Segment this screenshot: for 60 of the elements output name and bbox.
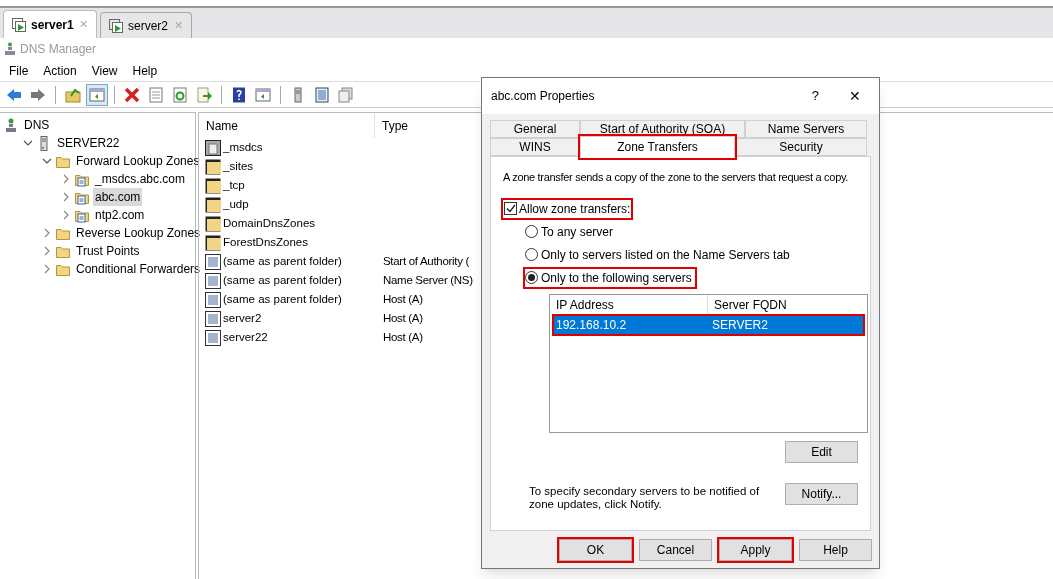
tree-item[interactable]: Reverse Lookup Zones bbox=[74, 224, 203, 242]
table-cell-text: (same as parent folder) bbox=[223, 291, 342, 307]
notify-button[interactable]: Notify... bbox=[785, 482, 858, 505]
browser-tab[interactable]: server2 ✕ bbox=[100, 12, 192, 38]
tree-item[interactable]: abc.com bbox=[93, 188, 143, 206]
list-cell-text: SERVER2 bbox=[711, 316, 768, 334]
table-cell-text: _udp bbox=[223, 196, 249, 212]
list-row[interactable]: 192.168.10.2 SERVER2 bbox=[554, 315, 863, 334]
table-cell-text: _tcp bbox=[223, 177, 245, 193]
dialog-button[interactable]: Help bbox=[799, 539, 872, 561]
radio-label: To any server bbox=[541, 223, 614, 241]
browser-tab[interactable]: server1 ✕ bbox=[3, 10, 97, 38]
dialog-button[interactable]: Apply bbox=[719, 539, 792, 561]
help-icon[interactable]: ? bbox=[811, 86, 819, 106]
table-cell-text: _msdcs bbox=[223, 139, 263, 155]
dialog-title: abc.com Properties bbox=[491, 88, 596, 105]
close-icon[interactable]: ✕ bbox=[849, 85, 861, 107]
tab-label: server1 bbox=[31, 16, 74, 34]
menu-item[interactable]: View bbox=[85, 61, 124, 80]
dialog-tab[interactable]: Zone Transfers bbox=[580, 136, 735, 158]
table-cell-text: Name Server (NS) bbox=[382, 272, 473, 288]
radio-label: Only to servers listed on the Name Servers tab bbox=[541, 246, 790, 264]
menu-item[interactable]: File bbox=[3, 61, 35, 80]
table-cell-text: Host (A) bbox=[382, 329, 423, 345]
menu-item[interactable]: Help bbox=[126, 61, 164, 80]
table-cell-text: (same as parent folder) bbox=[223, 253, 342, 269]
table-cell-text: Host (A) bbox=[382, 310, 423, 326]
edit-button[interactable]: Edit bbox=[785, 440, 858, 463]
table-cell-text: DomainDnsZones bbox=[223, 215, 316, 231]
dialog-tab[interactable]: General bbox=[490, 120, 580, 138]
dialog-button[interactable]: OK bbox=[559, 539, 632, 561]
tree-item[interactable]: Conditional Forwarders bbox=[74, 260, 203, 278]
tab-label: server2 bbox=[128, 17, 169, 35]
tree-item[interactable]: Trust Points bbox=[74, 242, 142, 260]
window-title: DNS Manager bbox=[20, 41, 97, 58]
dialog-tab[interactable]: Name Servers bbox=[745, 120, 867, 138]
table-cell-text: server22 bbox=[223, 329, 268, 345]
column-header[interactable]: Name bbox=[199, 113, 375, 138]
tree-item[interactable]: Forward Lookup Zones bbox=[74, 152, 202, 170]
description-text: A zone transfer sends a copy of the zone to the servers that request a copy. bbox=[503, 170, 849, 185]
notify-text: To specify secondary servers to be notified of zone updates, click Notify. bbox=[529, 484, 761, 511]
dialog-tab[interactable]: Security bbox=[735, 138, 867, 156]
tree-item[interactable]: SERVER22 bbox=[55, 134, 122, 152]
table-cell-text: server2 bbox=[223, 310, 262, 326]
menu-item[interactable]: Action bbox=[37, 61, 83, 80]
tree-item[interactable]: DNS bbox=[22, 116, 52, 134]
column-header[interactable]: Server FQDN bbox=[708, 296, 787, 314]
checkbox-label: Allow zone transfers: bbox=[519, 200, 631, 218]
list-cell-text: 192.168.10.2 bbox=[555, 316, 628, 334]
table-cell-text: _sites bbox=[223, 158, 254, 174]
table-cell-text: Start of Authority ( bbox=[382, 253, 470, 269]
table-cell-text: Host (A) bbox=[382, 291, 423, 307]
column-header[interactable]: Type bbox=[375, 116, 408, 135]
tree-item[interactable]: _msdcs.abc.com bbox=[93, 170, 188, 188]
dialog-button[interactable]: Cancel bbox=[639, 539, 712, 561]
dialog-tab[interactable]: WINS bbox=[490, 138, 580, 156]
radio-label: Only to the following servers bbox=[541, 269, 692, 287]
table-cell-text: ForestDnsZones bbox=[223, 234, 308, 250]
table-cell-text: (same as parent folder) bbox=[223, 272, 342, 288]
tree-item[interactable]: ntp2.com bbox=[93, 206, 147, 224]
